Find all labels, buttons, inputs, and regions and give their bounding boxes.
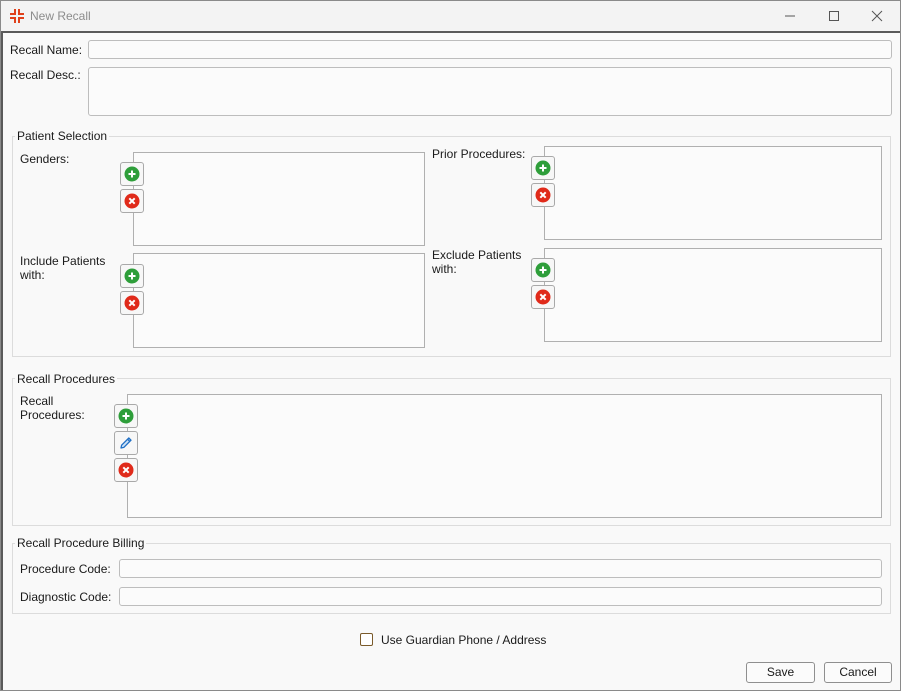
remove-prior-procedure-button[interactable] [531, 183, 555, 207]
x-circle-icon [535, 289, 551, 305]
prior-procedures-list[interactable] [544, 146, 882, 240]
add-recall-procedure-button[interactable] [114, 404, 138, 428]
close-button[interactable] [856, 1, 900, 31]
recall-procedures-title: Recall Procedures [15, 372, 118, 386]
recall-desc-label: Recall Desc.: [10, 68, 81, 82]
diagnostic-code-label: Diagnostic Code: [20, 590, 112, 604]
genders-label: Genders: [20, 152, 70, 166]
remove-gender-button[interactable] [120, 189, 144, 213]
include-patients-list[interactable] [133, 253, 425, 348]
minimize-icon [785, 15, 795, 17]
add-gender-button[interactable] [120, 162, 144, 186]
minimize-button[interactable] [769, 1, 813, 31]
cancel-button[interactable]: Cancel [824, 662, 892, 683]
procedure-code-input[interactable] [119, 559, 882, 578]
recall-desc-textarea[interactable] [88, 67, 892, 116]
genders-list[interactable] [133, 152, 425, 246]
x-circle-icon [124, 193, 140, 209]
add-include-button[interactable] [120, 264, 144, 288]
remove-recall-procedure-button[interactable] [114, 458, 138, 482]
exclude-patients-list[interactable] [544, 248, 882, 342]
remove-exclude-button[interactable] [531, 285, 555, 309]
recall-procedures-label-1: Recall [20, 394, 54, 408]
title-bar[interactable]: New Recall [1, 1, 900, 31]
plus-circle-icon [535, 262, 551, 278]
maximize-icon [829, 11, 839, 21]
diagnostic-code-input[interactable] [119, 587, 882, 606]
close-icon [871, 10, 883, 22]
exclude-patients-label-2: with: [432, 262, 457, 276]
patient-selection-title: Patient Selection [15, 129, 110, 143]
window-title: New Recall [30, 9, 91, 23]
recall-name-input[interactable] [88, 40, 892, 59]
prior-procedures-label: Prior Procedures: [432, 147, 526, 161]
add-exclude-button[interactable] [531, 258, 555, 282]
include-patients-label-1: Include Patients [20, 254, 106, 268]
billing-title: Recall Procedure Billing [15, 536, 147, 550]
pencil-icon [120, 437, 132, 449]
x-circle-icon [124, 295, 140, 311]
plus-circle-icon [124, 166, 140, 182]
maximize-button[interactable] [813, 1, 857, 31]
save-button[interactable]: Save [746, 662, 815, 683]
x-circle-icon [118, 462, 134, 478]
procedure-code-label: Procedure Code: [20, 562, 111, 576]
exclude-patients-label-1: Exclude Patients [432, 248, 522, 262]
recall-name-label: Recall Name: [10, 43, 83, 57]
x-circle-icon [535, 187, 551, 203]
remove-include-button[interactable] [120, 291, 144, 315]
app-icon [10, 9, 24, 23]
recall-procedures-list[interactable] [127, 394, 882, 518]
use-guardian-label[interactable]: Use Guardian Phone / Address [381, 633, 546, 647]
add-prior-procedure-button[interactable] [531, 156, 555, 180]
plus-circle-icon [118, 408, 134, 424]
new-recall-window: New Recall Recall Name: Recall Desc.: Pa… [0, 0, 901, 691]
edit-recall-procedure-button[interactable] [114, 431, 138, 455]
plus-circle-icon [535, 160, 551, 176]
include-patients-label-2: with: [20, 268, 45, 282]
use-guardian-checkbox[interactable] [360, 633, 373, 646]
recall-procedures-label-2: Procedures: [20, 408, 85, 422]
plus-circle-icon [124, 268, 140, 284]
